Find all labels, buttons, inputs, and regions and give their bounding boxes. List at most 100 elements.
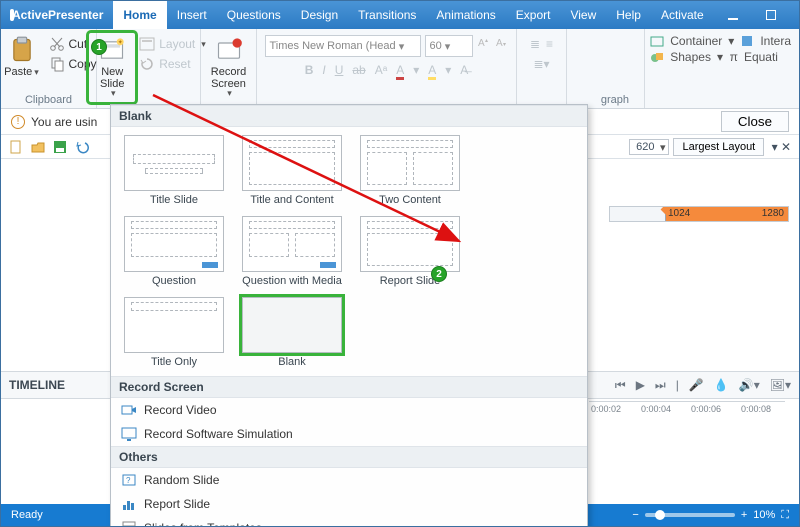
underline-button[interactable]: U	[335, 63, 344, 80]
copy-icon	[49, 56, 65, 72]
ruler-mark-1024: 1024	[668, 208, 690, 219]
svg-text:A: A	[478, 38, 485, 49]
template-icon	[121, 520, 137, 527]
tab-design[interactable]: Design	[291, 1, 348, 29]
tab-home[interactable]: Home	[113, 1, 166, 29]
tl-prev-icon[interactable]: ⏮	[615, 378, 626, 393]
chart-icon	[121, 496, 137, 512]
scissors-icon	[49, 36, 65, 52]
layout-title-content[interactable]: Title and Content	[235, 135, 349, 212]
tl-vol-icon[interactable]: 🔊▾	[739, 378, 760, 392]
fit-screen-icon[interactable]: ⛶	[781, 509, 789, 522]
status-ready: Ready	[11, 509, 43, 521]
grow-font-icon[interactable]: A▴	[477, 35, 491, 49]
maximize-button[interactable]	[752, 1, 790, 29]
container-icon	[650, 34, 664, 48]
record-screen-button[interactable]: Record Screen▾	[206, 33, 252, 102]
italic-button[interactable]: I	[322, 63, 325, 80]
svg-text:▴: ▴	[485, 38, 488, 44]
tab-activate[interactable]: Activate Product	[651, 1, 714, 29]
tab-help[interactable]: Help	[606, 1, 651, 29]
layout-icon	[139, 36, 155, 52]
bold-button[interactable]: B	[305, 63, 314, 80]
layout-title-only[interactable]: Title Only	[117, 297, 231, 374]
tab-export[interactable]: Export	[506, 1, 561, 29]
shrink-font-icon[interactable]: A▾	[495, 35, 509, 49]
tab-questions[interactable]: Questions	[217, 1, 291, 29]
record-icon	[215, 36, 243, 64]
tl-next-icon[interactable]: ⏭	[655, 378, 666, 393]
clear-format-button[interactable]: A̶	[460, 63, 468, 80]
align-left-icon[interactable]: ≣	[530, 37, 540, 51]
zoom-control[interactable]: − + 10% ⛶	[632, 509, 789, 522]
layout-title-slide[interactable]: Title Slide	[117, 135, 231, 212]
menu-from-templates[interactable]: Slides from Templates...	[111, 516, 587, 527]
zoom-out-icon[interactable]: −	[632, 509, 638, 521]
ruler-area: 1024 1280	[609, 196, 789, 232]
layout-thumbnails: Title Slide Title and Content Two Conten…	[111, 127, 587, 376]
undo-icon[interactable]	[75, 140, 89, 154]
fontcolor-button[interactable]: A	[396, 63, 404, 80]
super-button[interactable]: Aᵃ	[375, 63, 387, 80]
video-icon	[121, 402, 137, 418]
tl-play-icon[interactable]: ▶	[636, 378, 645, 392]
tab-insert[interactable]: Insert	[167, 1, 217, 29]
svg-text:A: A	[496, 38, 503, 49]
group-clipboard-label: Clipboard	[1, 94, 96, 106]
timeline-toolbar: ⏮ ▶ ⏭ | 🎤 💧 🔊▾ 🖼▾	[615, 371, 791, 399]
app-window: ActivePresenter Home Insert Questions De…	[0, 0, 800, 527]
layout-report-slide[interactable]: Report Slide	[353, 216, 467, 293]
highlight-button[interactable]: A	[428, 63, 436, 80]
annotation-badge-2: 2	[431, 266, 447, 282]
align-center-icon[interactable]: ≡	[546, 37, 553, 51]
section-others: Others	[111, 446, 587, 468]
reset-icon	[139, 56, 155, 72]
zoom-width-select[interactable]: 620	[629, 139, 669, 155]
close-window-button[interactable]	[790, 1, 800, 29]
shapes-button[interactable]: Shapes▾ π Equati	[650, 50, 791, 64]
menu-record-sim[interactable]: Record Software Simulation	[111, 422, 587, 446]
minimize-button[interactable]	[714, 1, 752, 29]
font-family-select[interactable]: Times New Roman (Head ▾	[265, 35, 421, 57]
new-doc-icon[interactable]	[9, 140, 23, 154]
paste-button[interactable]: Paste▾	[0, 33, 45, 81]
largest-layout-button[interactable]: Largest Layout	[673, 138, 764, 156]
layout-question[interactable]: Question	[117, 216, 231, 293]
svg-text:▾: ▾	[503, 42, 506, 48]
zoom-value: 10%	[753, 509, 775, 521]
layout-two-content[interactable]: Two Content	[353, 135, 467, 212]
open-icon[interactable]	[31, 140, 45, 154]
layout-button[interactable]: Layout▾	[137, 35, 208, 53]
tab-view[interactable]: View	[560, 1, 606, 29]
tab-animations[interactable]: Animations	[426, 1, 505, 29]
save-icon[interactable]	[53, 140, 67, 154]
ribbon: Paste▾ Cut Copy Clipboard ✦ New Slide▾ L…	[1, 29, 799, 109]
section-record: Record Screen	[111, 376, 587, 398]
tl-drop-icon[interactable]: 💧	[714, 378, 729, 392]
menu-report-slide[interactable]: Report Slide	[111, 492, 587, 516]
container-button[interactable]: Container▾ Intera	[650, 34, 791, 48]
bullets-icon[interactable]: ≣▾	[533, 57, 549, 71]
zoom-in-icon[interactable]: +	[741, 509, 747, 521]
random-icon: ?	[121, 472, 137, 488]
menu-record-video[interactable]: Record Video	[111, 398, 587, 422]
layout-question-media[interactable]: Question with Media	[235, 216, 349, 293]
interact-icon	[740, 34, 754, 48]
tab-transitions[interactable]: Transitions	[348, 1, 426, 29]
font-size-select[interactable]: 60 ▾	[425, 35, 473, 57]
ruler[interactable]: 1024 1280	[609, 206, 789, 222]
tl-mic-icon[interactable]: 🎤	[689, 378, 704, 392]
group-paragraph-label: graph	[601, 94, 629, 106]
time-ruler[interactable]: 0:00:02 0:00:04 0:00:06 0:00:08	[589, 401, 785, 421]
reset-button[interactable]: Reset	[137, 55, 208, 73]
info-text: You are usin	[31, 115, 97, 129]
shapes-icon	[650, 50, 664, 64]
tl-img-icon[interactable]: 🖼▾	[770, 378, 791, 392]
layout-blank[interactable]: Blank	[235, 297, 349, 374]
infobar-close-button[interactable]: Close	[721, 111, 789, 132]
new-slide-dropdown: Blank Title Slide Title and Content Two …	[110, 104, 588, 527]
paste-icon	[8, 36, 36, 64]
info-icon: !	[11, 115, 25, 129]
strike-button[interactable]: ab	[352, 63, 365, 80]
menu-random-slide[interactable]: ?Random Slide	[111, 468, 587, 492]
